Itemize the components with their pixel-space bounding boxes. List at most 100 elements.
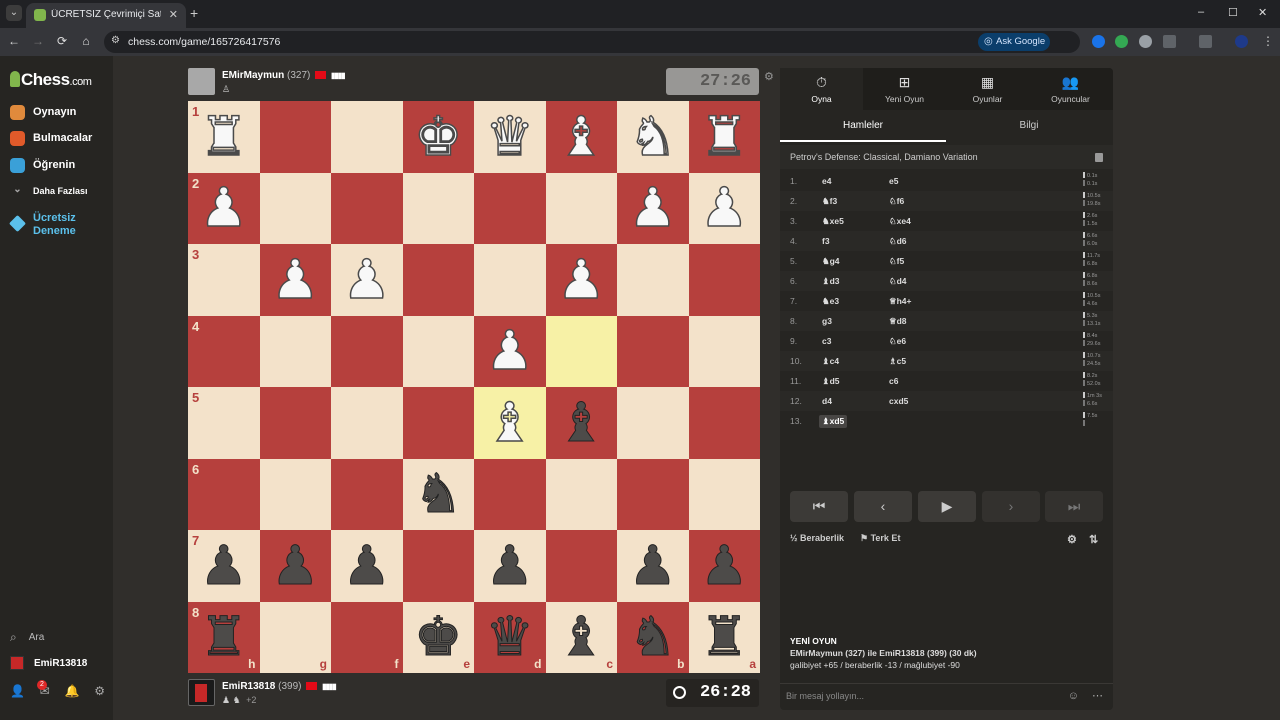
board-settings-gear-icon[interactable]: ⚙ (764, 70, 774, 83)
white-pawn-icon[interactable]: ♟ (556, 252, 606, 308)
black-move[interactable]: ♘d6 (889, 236, 907, 247)
square-c3[interactable]: ♟ (545, 244, 617, 316)
back-button[interactable]: ← (6, 34, 22, 48)
square-g7[interactable]: ♟ (259, 530, 331, 602)
white-move[interactable]: ♞e3 (822, 296, 839, 307)
square-a7[interactable]: ♟ (688, 530, 760, 602)
white-pawn-icon[interactable]: ♟ (485, 323, 535, 379)
square-f4[interactable] (331, 315, 403, 387)
white-pawn-icon[interactable]: ♟ (628, 180, 678, 236)
square-e2[interactable] (402, 172, 474, 244)
tab-players[interactable]: 👥 Oyuncular (1029, 68, 1112, 110)
chat-input[interactable]: Bir mesaj yollayın... ☺ ⋯ (780, 683, 1113, 707)
first-move-button[interactable]: ⏮ (790, 491, 848, 522)
square-a5[interactable] (688, 387, 760, 459)
reload-button[interactable]: ⟳ (54, 34, 70, 48)
white-move[interactable]: g3 (822, 316, 832, 326)
ask-google-button[interactable]: ◎ Ask Google (978, 33, 1050, 51)
square-c4[interactable] (545, 315, 617, 387)
address-bar[interactable]: ⚙ chess.com/game/165726417576 (104, 31, 1080, 53)
square-c8[interactable]: c ♝ (545, 601, 617, 673)
square-h8[interactable]: 8 h ♜ (188, 601, 260, 673)
white-pawn-icon[interactable]: ♟ (270, 252, 320, 308)
security-extension-icon[interactable] (1139, 35, 1152, 48)
white-move[interactable]: ♞f3 (822, 196, 837, 207)
square-d4[interactable]: ♟ (474, 315, 546, 387)
white-rook-icon[interactable]: ♜ (699, 109, 749, 165)
black-move[interactable]: ♘d4 (889, 276, 907, 287)
chess-board[interactable]: 1 ♜ ♚ ♛ ♝ ♞ ♜ 2 ♟ ♟ ♟ 3 ♟ ♟ ♟ 4 ♟ 5 ♝ ♝ 6 ♞ 7 ♟ ♟ ♟ ♟ ♟ ♟ 8 h ♜ g f e ♚ d ♛ c ♝… (188, 101, 760, 673)
square-h5[interactable]: 5 (188, 387, 260, 459)
settings-gear-icon[interactable]: ⚙ (94, 684, 105, 700)
black-bishop-icon[interactable]: ♝ (557, 395, 606, 450)
square-g6[interactable] (259, 458, 331, 530)
square-e6[interactable]: ♞ (402, 458, 474, 530)
browser-tab[interactable]: ÜCRETSİZ Çevrimiçi Satranç Oyna ✕ (26, 3, 186, 28)
home-button[interactable]: ⌂ (78, 34, 94, 48)
settings-icon[interactable]: ⚙ (1067, 533, 1077, 546)
square-h6[interactable]: 6 (188, 458, 260, 530)
white-move[interactable]: ♝c4 (822, 356, 839, 367)
emoji-icon[interactable]: ☺ (1068, 684, 1079, 708)
white-move[interactable]: d4 (822, 396, 832, 406)
square-g2[interactable] (259, 172, 331, 244)
white-move[interactable]: f3 (822, 236, 830, 246)
browser-menu-icon[interactable]: ⋮ (1262, 34, 1274, 48)
resign-button[interactable]: ⚑ Terk Et (860, 533, 900, 544)
shield-extension-icon[interactable] (1115, 35, 1128, 48)
url-text[interactable]: chess.com/game/165726417576 (128, 36, 280, 48)
square-h2[interactable]: 2 ♟ (188, 172, 260, 244)
square-c2[interactable] (545, 172, 617, 244)
white-move[interactable]: ♝d5 (822, 376, 840, 387)
sidebar-item-learn[interactable]: Öğrenin (10, 155, 75, 175)
sidebar-search[interactable]: ⌕ Ara (10, 630, 44, 645)
square-h3[interactable]: 3 (188, 244, 260, 316)
black-pawn-icon[interactable]: ♟ (700, 538, 749, 593)
flip-board-icon[interactable]: ⇅ (1089, 533, 1098, 546)
square-g3[interactable]: ♟ (259, 244, 331, 316)
book-icon[interactable] (1095, 153, 1103, 162)
square-b7[interactable]: ♟ (617, 530, 689, 602)
white-knight-icon[interactable]: ♞ (628, 109, 678, 165)
sidebar-item-more[interactable]: ⌄ Daha Fazlası (10, 181, 87, 201)
black-rook-icon[interactable]: ♜ (700, 609, 749, 664)
square-a4[interactable] (688, 315, 760, 387)
square-e4[interactable] (402, 315, 474, 387)
black-move[interactable]: e5 (889, 176, 898, 186)
tab-close-icon[interactable]: ✕ (169, 8, 178, 21)
black-move[interactable]: ♘f5 (889, 256, 904, 267)
black-move[interactable]: ♕d8 (889, 316, 907, 327)
square-h1[interactable]: 1 ♜ (188, 101, 260, 173)
square-c7[interactable] (545, 530, 617, 602)
extension-icon[interactable] (1092, 35, 1105, 48)
top-player-avatar[interactable] (188, 68, 215, 95)
white-move[interactable]: ♞g4 (822, 256, 840, 267)
black-bishop-icon[interactable]: ♝ (557, 609, 606, 664)
friends-icon[interactable]: 👤 (10, 684, 25, 700)
black-move[interactable]: ♘f6 (889, 196, 904, 207)
bottom-player-avatar[interactable] (188, 679, 215, 706)
square-d3[interactable] (474, 244, 546, 316)
maximize-button[interactable]: ☐ (1228, 6, 1238, 19)
previous-move-button[interactable]: ‹ (854, 491, 912, 522)
bottom-player-name[interactable]: EmiR13818 (399) ▮▮▮▮ (222, 681, 337, 692)
square-h4[interactable]: 4 (188, 315, 260, 387)
forward-button[interactable]: → (30, 34, 46, 48)
white-move[interactable]: ♝xd5 (819, 415, 848, 428)
square-e3[interactable] (402, 244, 474, 316)
more-options-icon[interactable]: ⋯ (1092, 684, 1103, 708)
profile-avatar[interactable] (1235, 35, 1248, 48)
sidebar-item-play[interactable]: Oynayın (10, 102, 76, 122)
square-d2[interactable] (474, 172, 546, 244)
white-move[interactable]: ♞xe5 (822, 216, 844, 227)
white-rook-icon[interactable]: ♜ (199, 109, 249, 165)
play-moves-button[interactable]: ▶ (918, 491, 976, 522)
sync-icon[interactable] (1199, 35, 1212, 48)
top-player-name[interactable]: EMirMaymun (327) ▮▮▮▮ (222, 70, 346, 81)
square-f8[interactable]: f (331, 601, 403, 673)
square-c6[interactable] (545, 458, 617, 530)
white-move[interactable]: e4 (822, 176, 831, 186)
sidebar-item-free-trial[interactable]: Ücretsiz Deneme (9, 212, 93, 240)
white-pawn-icon[interactable]: ♟ (699, 180, 749, 236)
notifications-icon[interactable]: 🔔 (65, 684, 80, 700)
